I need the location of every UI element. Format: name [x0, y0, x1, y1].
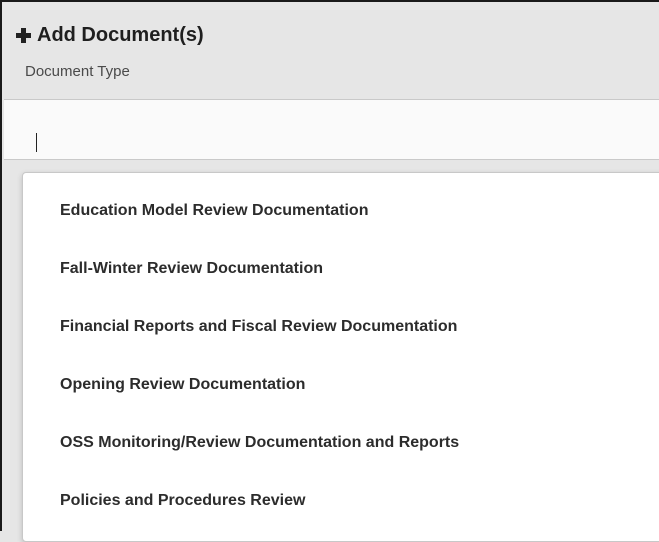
document-type-input[interactable]: [4, 99, 659, 160]
add-document-panel: Add Document(s) Document Type Education …: [0, 0, 659, 542]
text-caret: [36, 133, 37, 152]
dropdown-option[interactable]: Policies and Procedures Review: [60, 490, 305, 512]
document-type-label: Document Type: [25, 63, 130, 80]
dropdown-option[interactable]: Fall-Winter Review Documentation: [60, 258, 323, 280]
plus-icon: [16, 28, 31, 43]
panel-header: Add Document(s): [16, 22, 204, 48]
dropdown-option[interactable]: Education Model Review Documentation: [60, 200, 368, 222]
dropdown-option[interactable]: OSS Monitoring/Review Documentation and …: [60, 432, 459, 454]
dropdown-option[interactable]: Financial Reports and Fiscal Review Docu…: [60, 316, 457, 338]
document-type-dropdown: Education Model Review Documentation Fal…: [22, 172, 659, 542]
panel-title: Add Document(s): [37, 23, 204, 46]
dropdown-option[interactable]: Opening Review Documentation: [60, 374, 305, 396]
